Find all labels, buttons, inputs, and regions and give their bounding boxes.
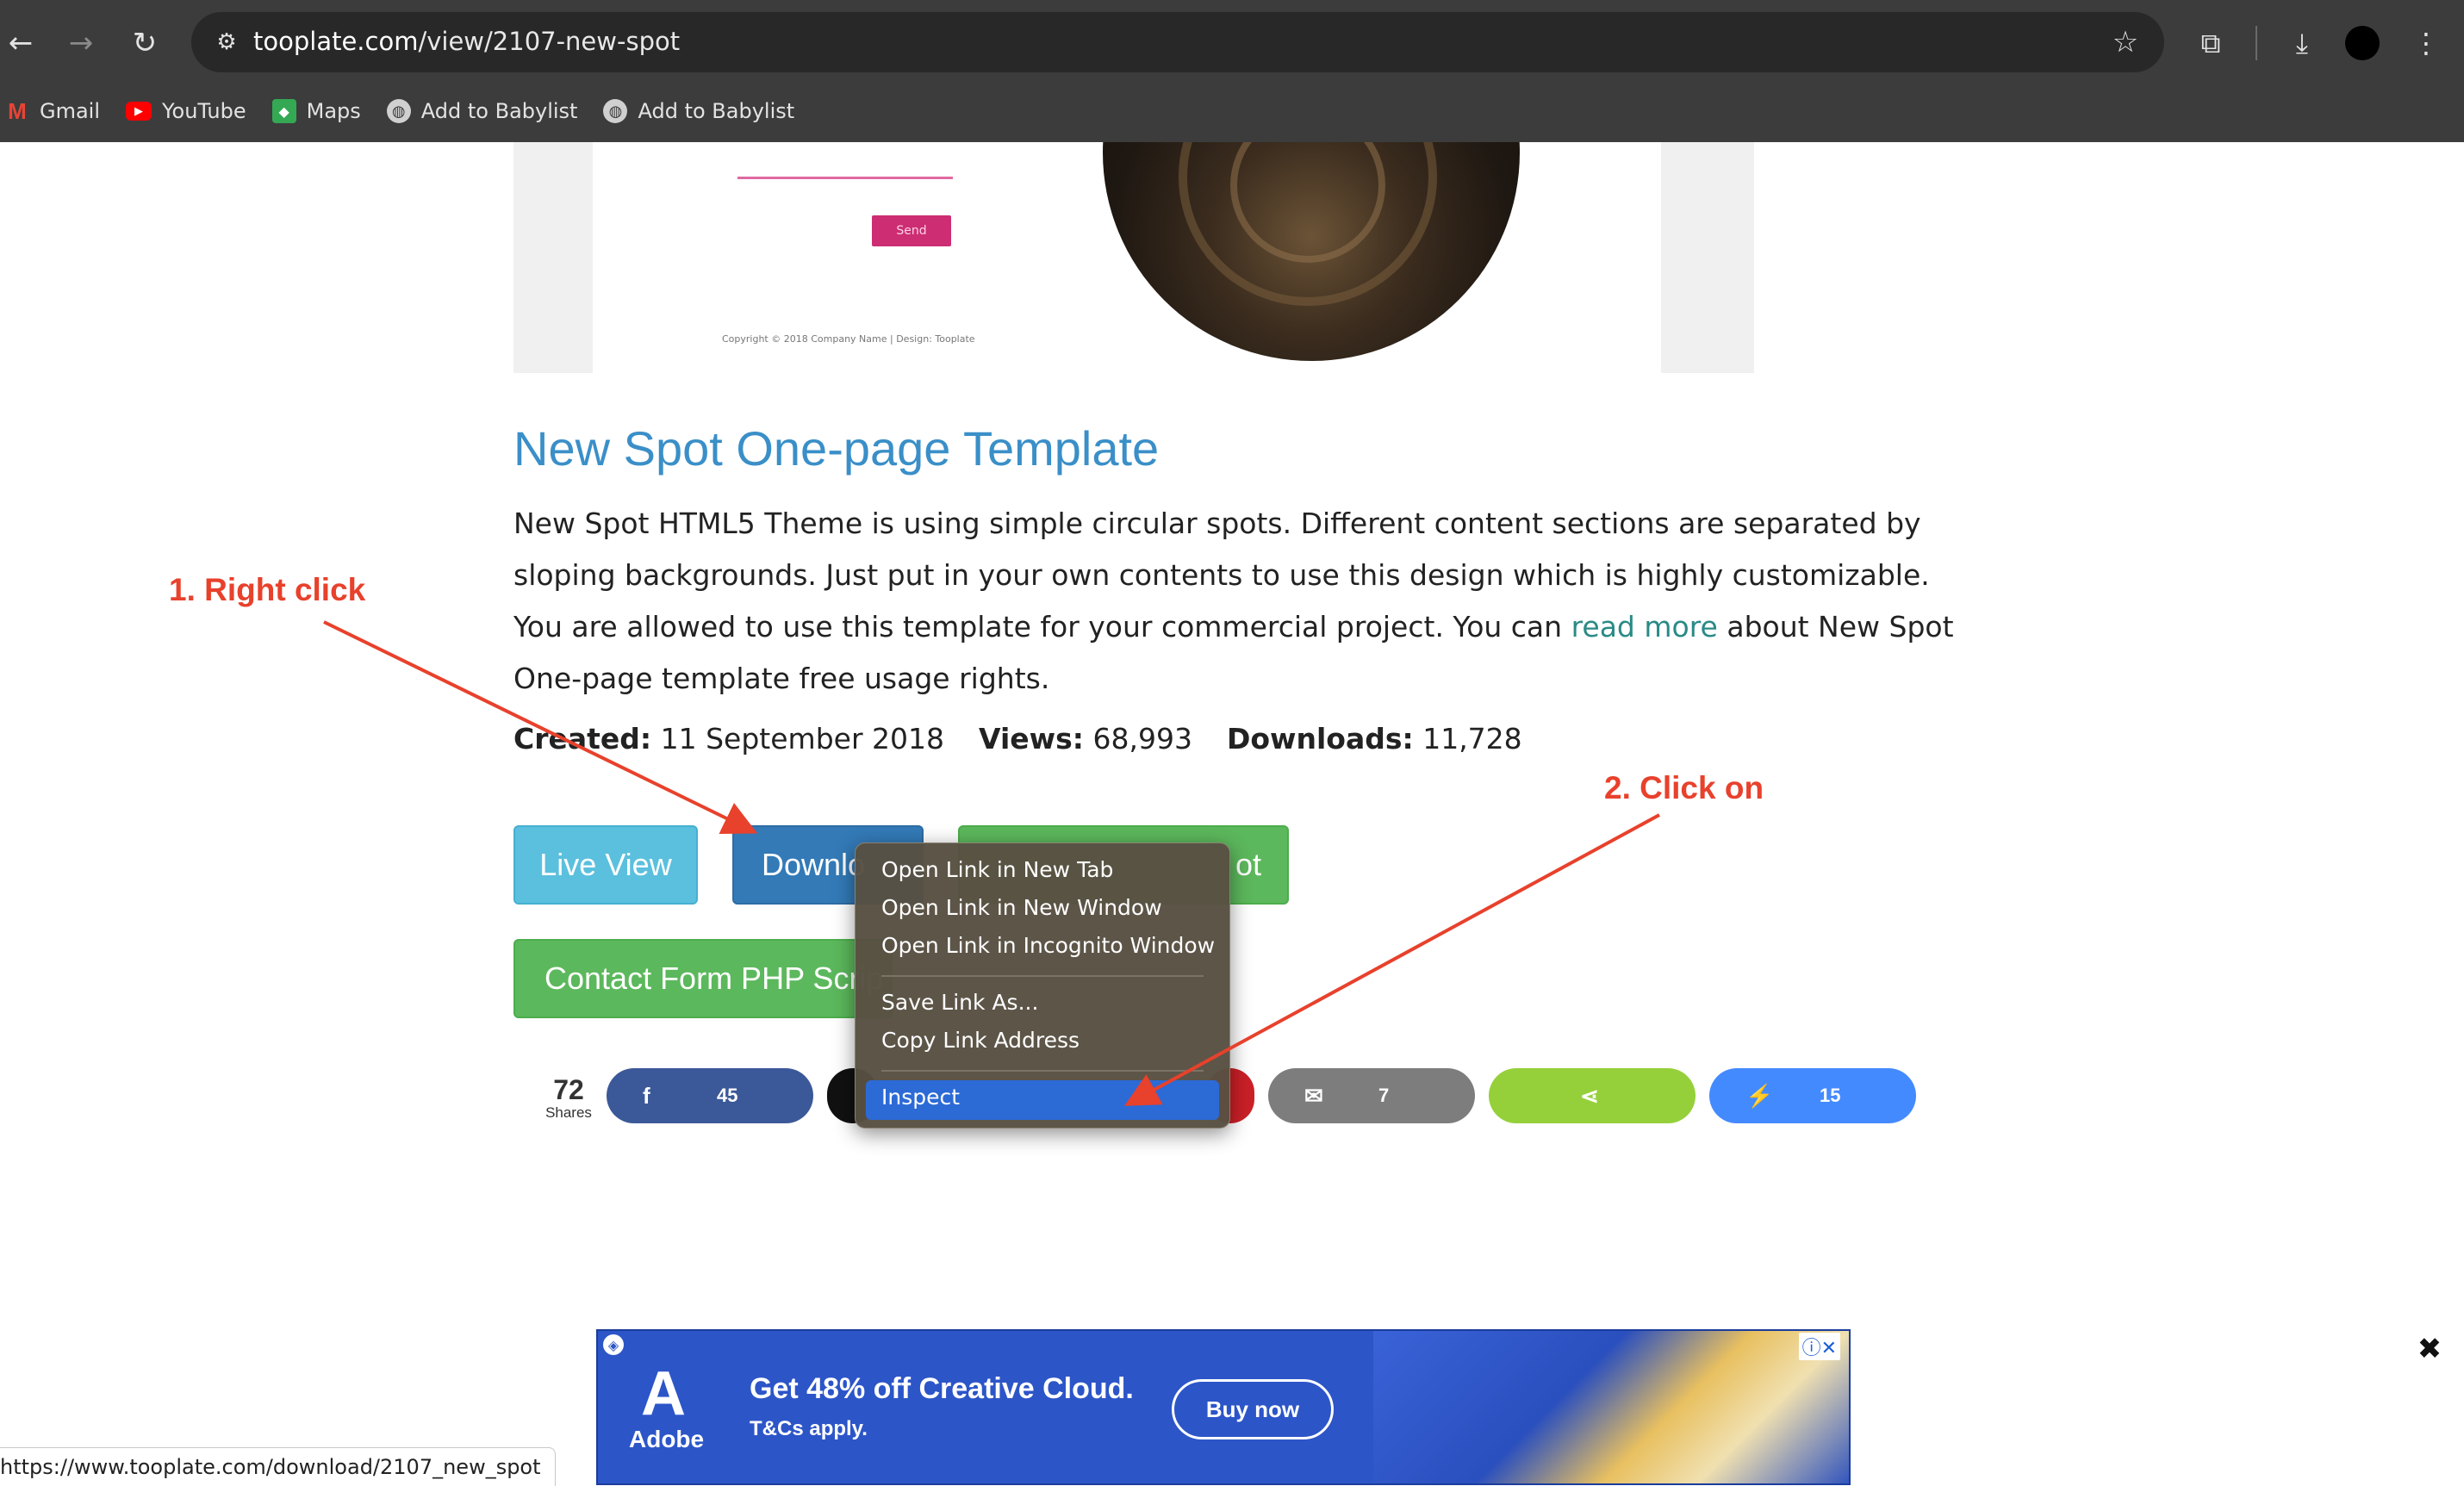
generic-share-button[interactable]: ⋖ <box>1489 1068 1696 1123</box>
ad-buy-now-button[interactable]: Buy now <box>1172 1379 1334 1439</box>
menu-open-incognito[interactable]: Open Link in Incognito Window <box>881 933 1215 958</box>
menu-inspect[interactable]: Inspect <box>881 1085 960 1110</box>
globe-icon: ◍ <box>603 99 628 123</box>
annotation-step2: 2. Click on <box>1604 770 1764 805</box>
contact-form-button[interactable]: Contact Form PHP Scrip <box>513 939 893 1018</box>
bookmark-star-icon[interactable]: ☆ <box>2106 22 2145 62</box>
reload-icon[interactable]: ↻ <box>121 19 169 67</box>
forward-icon[interactable]: → <box>57 19 105 67</box>
preview-send-button: Send <box>872 215 951 246</box>
bookmark-label: Gmail <box>40 99 101 123</box>
share-total: 72 <box>553 1074 584 1105</box>
template-preview-image[interactable]: Send Copyright © 2018 Company Name | Des… <box>513 142 1754 373</box>
annotation-step1: 1. Right click <box>169 572 366 607</box>
menu-separator <box>881 975 1204 977</box>
bookmark-label: Maps <box>306 99 361 123</box>
messenger-count: 15 <box>1820 1085 1841 1106</box>
views-value: 68,993 <box>1092 722 1192 755</box>
created-label: Created: <box>513 722 652 755</box>
page-title: New Spot One-page Template <box>513 421 1160 476</box>
site-settings-icon[interactable]: ⚙ <box>208 24 245 60</box>
downloads-value: 11,728 <box>1422 722 1522 755</box>
link-status-bar: https://www.tooplate.com/download/2107_n… <box>0 1447 556 1486</box>
preview-copyright: Copyright © 2018 Company Name | Design: … <box>722 333 975 345</box>
live-view-button[interactable]: Live View <box>513 825 698 905</box>
ad-illustration <box>1373 1331 1849 1483</box>
bookmark-maps[interactable]: ◆ Maps <box>271 99 361 123</box>
preview-input-line <box>737 177 953 179</box>
download-icon[interactable]: ⤓ <box>2278 19 2326 67</box>
adobe-ad-banner[interactable]: ◈ A Adobe Get 48% off Creative Cloud. T&… <box>596 1329 1851 1485</box>
share-icon: ⋖ <box>1580 1082 1599 1109</box>
read-more-link[interactable]: read more <box>1571 610 1718 644</box>
created-value: 11 September 2018 <box>660 722 944 755</box>
bookmark-youtube[interactable]: ▶ YouTube <box>126 99 246 123</box>
views-label: Views: <box>978 722 1084 755</box>
ad-headline: Get 48% off Creative Cloud. <box>750 1372 1134 1405</box>
bookmarks-bar: M Gmail ▶ YouTube ◆ Maps ◍ Add to Babyli… <box>0 90 820 133</box>
facebook-share-button[interactable]: f 45 <box>607 1068 813 1123</box>
adobe-logo-mark: A <box>641 1359 686 1428</box>
messenger-share-button[interactable]: ⚡ 15 <box>1709 1068 1916 1123</box>
ad-subline: T&Cs apply. <box>750 1417 868 1440</box>
menu-separator <box>881 1070 1204 1072</box>
bookmark-babylist-2[interactable]: ◍ Add to Babylist <box>603 99 794 123</box>
adobe-logo: A Adobe <box>629 1359 705 1465</box>
messenger-icon: ⚡ <box>1745 1082 1774 1109</box>
menu-save-link-as[interactable]: Save Link As... <box>881 990 1038 1015</box>
menu-open-new-tab[interactable]: Open Link in New Tab <box>881 857 1113 882</box>
template-stats: Created: 11 September 2018 Views: 68,993 D… <box>513 722 1522 755</box>
address-bar[interactable]: ⚙ tooplate.com/view/2107-new-spot ☆ <box>191 12 2164 72</box>
extensions-icon[interactable]: ⧉ <box>2187 19 2235 67</box>
facebook-icon: f <box>643 1082 650 1109</box>
adobe-brand-text: Adobe <box>629 1426 705 1452</box>
menu-kebab-icon[interactable]: ⋮ <box>2402 19 2450 67</box>
context-menu: Open Link in New Tab Open Link in New Wi… <box>855 842 1230 1128</box>
bookmark-gmail[interactable]: M Gmail <box>5 97 101 124</box>
bookmark-babylist-1[interactable]: ◍ Add to Babylist <box>386 99 578 123</box>
browser-toolbar: ← → ↻ ⚙ tooplate.com/view/2107-new-spot … <box>0 0 2464 142</box>
email-count: 7 <box>1378 1085 1390 1106</box>
facebook-count: 45 <box>717 1085 738 1106</box>
share-count: 72 Shares <box>532 1075 605 1122</box>
gmail-icon: M <box>8 97 27 124</box>
menu-copy-link-address[interactable]: Copy Link Address <box>881 1028 1080 1053</box>
profile-avatar[interactable] <box>2345 26 2380 60</box>
preview-page: Send Copyright © 2018 Company Name | Des… <box>593 142 1661 373</box>
bookmark-label: YouTube <box>162 99 246 123</box>
ad-info-close-icon[interactable]: ⓘ✕ <box>1798 1333 1840 1360</box>
youtube-icon: ▶ <box>126 102 152 121</box>
back-icon[interactable]: ← <box>0 19 45 67</box>
menu-open-new-window[interactable]: Open Link in New Window <box>881 895 1162 920</box>
close-ad-icon[interactable]: ✖ <box>2412 1332 2447 1366</box>
downloads-label: Downloads: <box>1226 722 1414 755</box>
mail-icon: ✉ <box>1304 1082 1323 1109</box>
ad-shield-icon: ◈ <box>603 1334 624 1355</box>
maps-icon: ◆ <box>271 99 296 123</box>
email-share-button[interactable]: ✉ 7 <box>1268 1068 1475 1123</box>
bookmark-label: Add to Babylist <box>638 99 795 123</box>
share-total-label: Shares <box>545 1104 592 1121</box>
globe-icon: ◍ <box>386 99 411 123</box>
address-url[interactable]: tooplate.com/view/2107-new-spot <box>253 27 680 56</box>
template-description: New Spot HTML5 Theme is using simple cir… <box>513 498 1961 705</box>
toolbar-divider <box>2256 26 2257 60</box>
bookmark-label: Add to Babylist <box>420 99 578 123</box>
